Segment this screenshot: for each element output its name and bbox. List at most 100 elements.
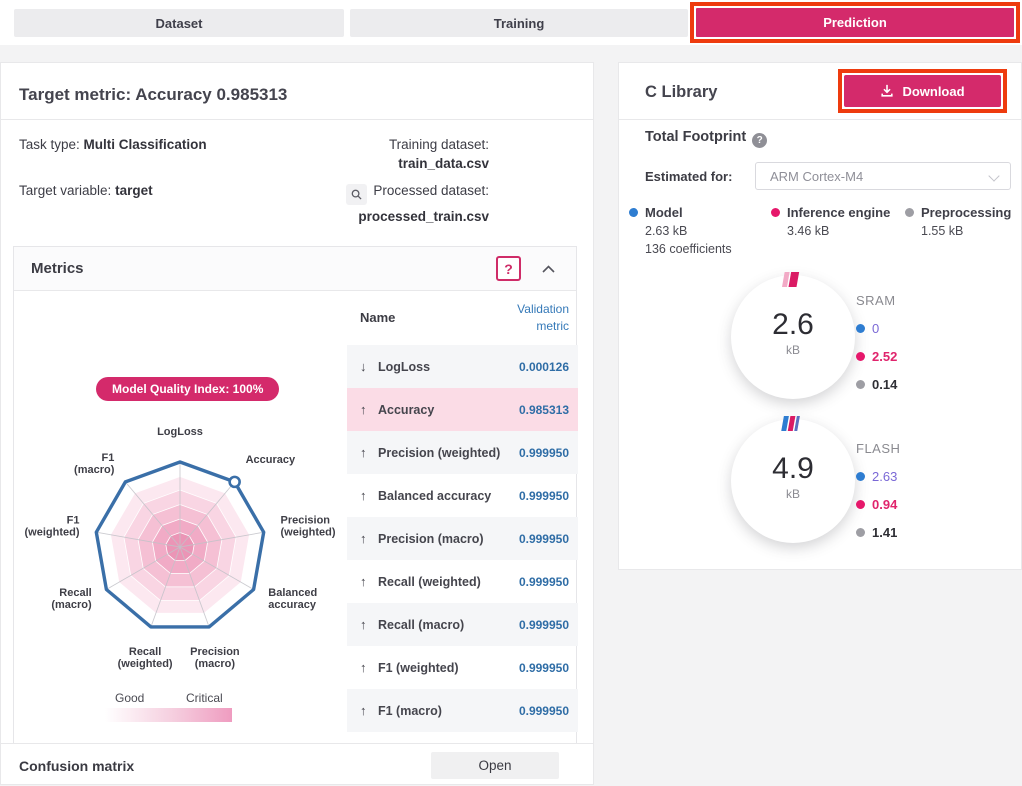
scale-good-label: Good <box>115 691 144 705</box>
target-variable-line: Target variable: target <box>19 183 153 198</box>
radar-axis-label: Accuracy <box>246 454 296 466</box>
good-critical-gradient <box>105 708 232 722</box>
metric-row-f1-weighted[interactable]: ↑F1 (weighted)0.999950 <box>347 646 578 689</box>
tab-training[interactable]: Training <box>350 9 688 37</box>
flash-value: 4.9 <box>731 452 855 486</box>
task-type-value: Multi Classification <box>84 137 207 152</box>
divider <box>1 119 593 120</box>
arrow-up-icon: ↑ <box>360 703 367 718</box>
metric-name: Recall (weighted) <box>378 575 481 589</box>
sram-usage-stripes <box>773 270 813 290</box>
metric-row-f1-macro[interactable]: ↑F1 (macro)0.999950 <box>347 689 578 732</box>
flash-legend: FLASH 2.63 0.94 1.41 <box>856 441 900 540</box>
collapse-chevron-icon[interactable] <box>538 259 558 279</box>
top-tab-bar: Dataset Training Prediction <box>0 0 1022 45</box>
target-metric-heading: Target metric: Accuracy 0.985313 <box>19 85 287 105</box>
metric-name: Balanced accuracy <box>378 489 491 503</box>
arrow-up-icon: ↑ <box>360 660 367 675</box>
confusion-matrix-open-button[interactable]: Open <box>431 752 559 779</box>
flash-usage-stripes <box>773 414 813 434</box>
sram-legend: SRAM 0 2.52 0.14 <box>856 293 897 392</box>
radar-axis-label: Recall(macro) <box>51 587 92 611</box>
sram-gauge: 2.6 kB <box>731 275 855 399</box>
metric-row-accuracy[interactable]: ↑Accuracy0.985313 <box>347 388 578 431</box>
target-variable-label: Target variable: <box>19 183 111 198</box>
estimated-for-label: Estimated for: <box>645 169 732 184</box>
arrow-up-icon: ↑ <box>360 445 367 460</box>
metric-row-balanced-accuracy[interactable]: ↑Balanced accuracy0.999950 <box>347 474 578 517</box>
preprocessing-label: Preprocessing <box>921 205 1011 220</box>
metrics-table-body: ↓LogLoss0.000126↑Accuracy0.985313↑Precis… <box>347 345 578 732</box>
metric-row-recall-macro[interactable]: ↑Recall (macro)0.999950 <box>347 603 578 646</box>
column-header-validation-metric[interactable]: Validation metric <box>499 301 569 335</box>
metrics-table-header: Name Validation metric <box>347 292 578 345</box>
metric-name: F1 (weighted) <box>378 661 459 675</box>
sram-preprocessing-value: 0.14 <box>872 377 897 392</box>
processor-selected-value: ARM Cortex-M4 <box>770 169 863 184</box>
radar-axis-label: Precision(weighted) <box>281 514 336 538</box>
metric-name: LogLoss <box>378 360 430 374</box>
preprocessing-dot-icon <box>856 528 865 537</box>
processed-dataset-value: processed_train.csv <box>358 209 489 224</box>
target-metric-label: Target metric: <box>19 85 131 104</box>
processed-dataset-label: Processed dataset: <box>373 183 489 198</box>
model-label: Model <box>645 205 683 220</box>
total-footprint-title: Total Footprint? <box>645 129 767 148</box>
metric-value: 0.985313 <box>519 403 569 417</box>
metric-row-logloss[interactable]: ↓ LogLoss 0.000126 <box>347 345 578 388</box>
sram-model-value: 0 <box>872 321 879 336</box>
processed-dataset-line: Processed dataset: processed_train.csv <box>346 183 489 228</box>
footprint-legend-inference: Inference engine 3.46 kB <box>771 205 890 238</box>
metric-row-precision-weighted[interactable]: ↑Precision (weighted)0.999950 <box>347 431 578 474</box>
download-button[interactable]: Download <box>844 75 1001 107</box>
metric-row-recall-weighted[interactable]: ↑Recall (weighted)0.999950 <box>347 560 578 603</box>
metric-value: 0.000126 <box>519 360 569 374</box>
arrow-up-icon: ↑ <box>360 531 367 546</box>
training-dataset-label: Training dataset: <box>389 137 489 152</box>
metric-value: 0.999950 <box>519 704 569 718</box>
task-type-label: Task type: <box>19 137 80 152</box>
flash-model-value: 2.63 <box>872 469 897 484</box>
metric-name: Accuracy <box>378 403 434 417</box>
column-header-name: Name <box>360 310 395 325</box>
arrow-up-icon: ↑ <box>360 574 367 589</box>
inference-size: 3.46 kB <box>787 224 890 238</box>
tab-dataset[interactable]: Dataset <box>14 9 344 37</box>
help-icon[interactable]: ? <box>752 133 767 148</box>
c-library-title: C Library <box>645 83 717 102</box>
metrics-panel-header: Metrics ? <box>14 247 576 291</box>
sram-value: 2.6 <box>731 308 855 342</box>
processor-select[interactable]: ARM Cortex-M4 <box>755 162 1011 190</box>
flash-preprocessing-value: 1.41 <box>872 525 897 540</box>
chevron-down-icon <box>988 170 999 181</box>
inference-label: Inference engine <box>787 205 890 220</box>
metric-value: 0.999950 <box>519 618 569 632</box>
radar-axis-label: Precision(macro) <box>190 646 240 670</box>
footprint-legend-preprocessing: Preprocessing 1.55 kB <box>905 205 1011 238</box>
download-icon <box>880 84 894 98</box>
inference-dot-icon <box>771 208 780 217</box>
metric-row-precision-macro[interactable]: ↑ Precision (macro) 0.999950 <box>347 517 578 560</box>
model-size: 2.63 kB <box>645 224 732 238</box>
preprocessing-dot-icon <box>905 208 914 217</box>
metric-value: 0.999950 <box>519 532 569 546</box>
preprocessing-dot-icon <box>856 380 865 389</box>
target-variable-value: target <box>115 183 153 198</box>
preprocessing-size: 1.55 kB <box>921 224 1011 238</box>
radar-axis-label: Balancedaccuracy <box>268 587 317 611</box>
prediction-tab-highlight-annotation: Prediction <box>690 2 1020 43</box>
flash-title: FLASH <box>856 441 900 456</box>
metric-name: Precision (macro) <box>378 532 484 546</box>
download-highlight-annotation: Download <box>838 69 1007 113</box>
confusion-matrix-section: Confusion matrix Open <box>1 743 593 786</box>
scale-critical-label: Critical <box>186 691 223 705</box>
arrow-up-icon: ↑ <box>360 488 367 503</box>
task-type-line: Task type: Multi Classification <box>19 137 207 152</box>
sram-unit: kB <box>731 343 855 357</box>
tab-prediction[interactable]: Prediction <box>696 8 1014 37</box>
arrow-down-icon: ↓ <box>360 359 367 374</box>
inference-dot-icon <box>856 500 865 509</box>
download-label: Download <box>902 84 964 99</box>
metrics-help-button[interactable]: ? <box>496 256 521 281</box>
search-icon[interactable] <box>346 184 367 205</box>
